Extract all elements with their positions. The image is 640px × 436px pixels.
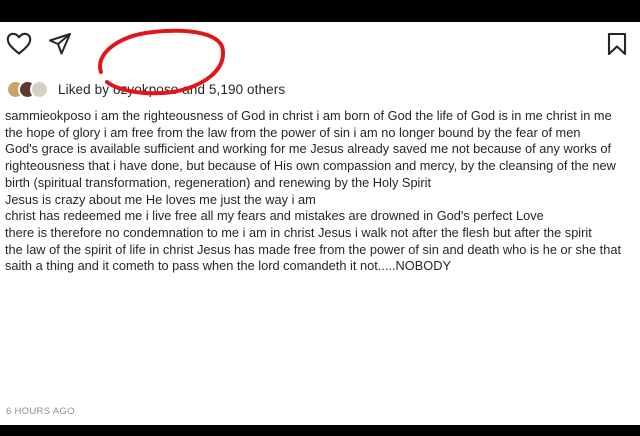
post-timestamp: 6 HOURS AGO <box>6 406 75 417</box>
caption-line: there is therefore no condemnation to me… <box>5 224 592 240</box>
caption-line: Jesus is crazy about me He loves me just… <box>5 191 316 207</box>
heart-icon[interactable] <box>6 32 32 61</box>
bookmark-icon[interactable] <box>606 32 628 61</box>
avatar <box>30 79 49 99</box>
likes-prefix: Liked by <box>58 81 113 97</box>
likes-joiner: and <box>178 81 209 97</box>
post-caption: sammieokposo i am the righteousness of G… <box>5 108 627 275</box>
likes-summary[interactable]: Liked by ozyokposo and 5,190 others <box>58 82 285 97</box>
post-panel: Liked by ozyokposo and 5,190 others samm… <box>0 22 640 425</box>
liked-by-username[interactable]: ozyokposo <box>113 82 178 97</box>
likes-row: Liked by ozyokposo and 5,190 others <box>6 79 285 99</box>
liker-avatars[interactable] <box>6 79 49 99</box>
send-icon[interactable] <box>48 32 72 61</box>
post-action-bar <box>6 32 634 58</box>
caption-line: the law of the spirit of life in christ … <box>5 241 621 274</box>
caption-line: sammieokposo i am the righteousness of G… <box>5 108 612 140</box>
caption-line: christ has redeemed me i live free all m… <box>5 208 544 224</box>
likes-count[interactable]: 5,190 others <box>209 82 285 97</box>
caption-line: God's grace is available sufficient and … <box>5 141 616 190</box>
